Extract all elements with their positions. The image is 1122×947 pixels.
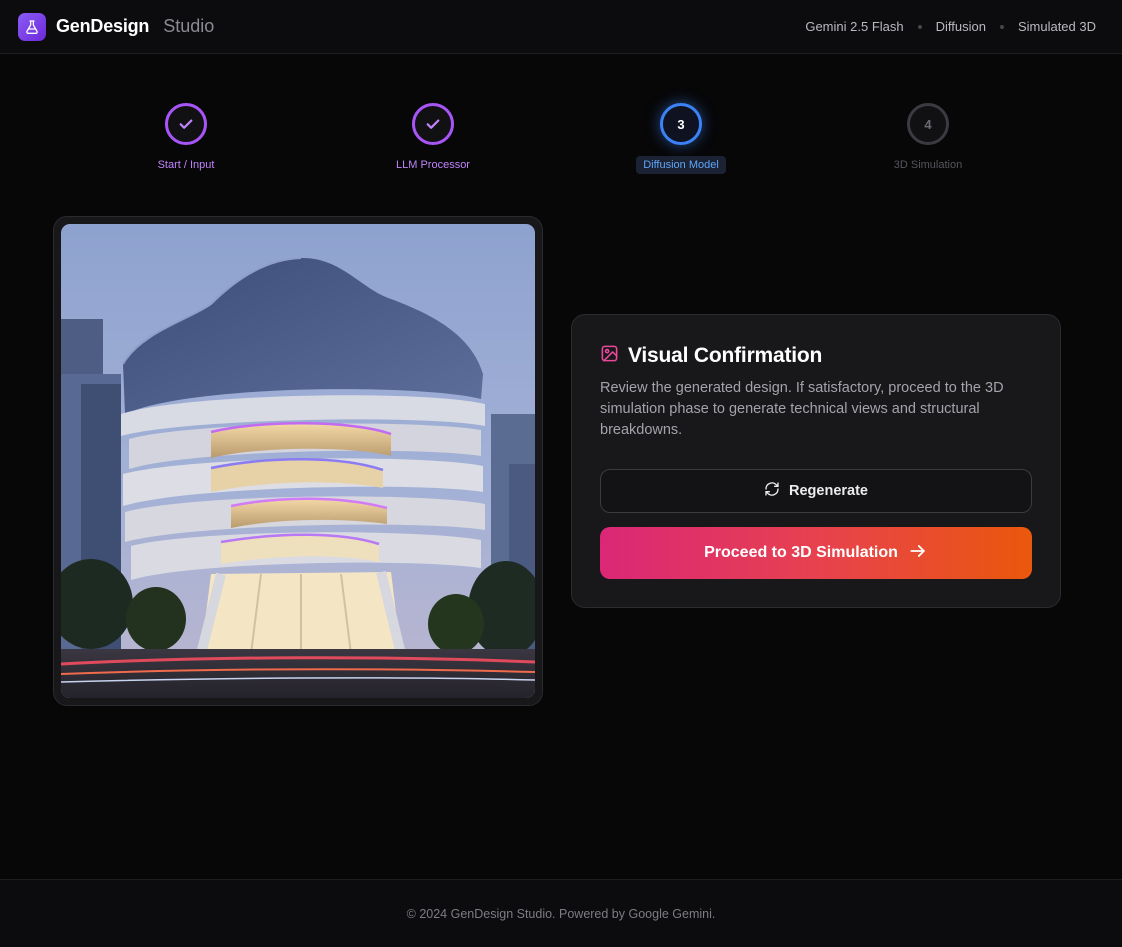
flask-icon — [18, 12, 46, 41]
step-start-input: Start / Input — [106, 103, 266, 174]
brand-name: GenDesign — [56, 16, 150, 36]
header-nav: Gemini 2.5 Flash Diffusion Simulated 3D — [805, 19, 1096, 34]
panel-title: Visual Confirmation — [628, 344, 823, 367]
step-number: 3 — [660, 103, 702, 145]
generated-image-card — [53, 216, 543, 706]
app-root: GenDesign Studio Gemini 2.5 Flash Diffus… — [0, 0, 1122, 947]
top-header: GenDesign Studio Gemini 2.5 Flash Diffus… — [0, 0, 1122, 54]
step-diffusion-model: 3 Diffusion Model — [601, 103, 761, 174]
page-footer: © 2024 GenDesign Studio. Powered by Goog… — [0, 879, 1122, 947]
nav-separator — [999, 24, 1004, 29]
panel-description: Review the generated design. If satisfac… — [600, 380, 1004, 438]
step-label: 3D Simulation — [893, 159, 963, 171]
generated-building-image — [61, 224, 535, 698]
step-label: LLM Processor — [396, 159, 470, 171]
footer-copyright: © 2024 GenDesign Studio. Powered by Goog… — [406, 906, 716, 921]
nav-item-diffusion: Diffusion — [935, 19, 986, 34]
image-icon — [600, 344, 619, 368]
step-label: Diffusion Model — [636, 156, 726, 174]
check-icon — [165, 103, 207, 145]
proceed-label: Proceed to 3D Simulation — [704, 544, 898, 561]
check-icon — [412, 103, 454, 145]
refresh-icon — [764, 481, 780, 501]
nav-item-model: Gemini 2.5 Flash — [805, 19, 904, 34]
brand[interactable]: GenDesign Studio — [18, 12, 215, 41]
regenerate-label: Regenerate — [789, 483, 868, 499]
visual-confirmation-panel: Visual Confirmation Review the generated… — [571, 314, 1061, 608]
step-number: 4 — [907, 103, 949, 145]
step-llm-processor: LLM Processor — [353, 103, 513, 174]
regenerate-button[interactable]: Regenerate — [600, 469, 1032, 513]
step-3d-simulation: 4 3D Simulation — [848, 103, 1008, 174]
arrow-right-icon — [908, 541, 928, 566]
proceed-to-3d-simulation-button[interactable]: Proceed to 3D Simulation — [600, 527, 1032, 579]
panel-header: Visual Confirmation — [600, 344, 1032, 368]
brand-sub: Studio — [163, 16, 215, 36]
nav-item-simulated-3d: Simulated 3D — [1017, 19, 1096, 34]
progress-stepper: Start / Input LLM Processor 3 Diffusion … — [0, 103, 1122, 183]
step-label: Start / Input — [157, 159, 215, 171]
nav-separator — [917, 24, 922, 29]
